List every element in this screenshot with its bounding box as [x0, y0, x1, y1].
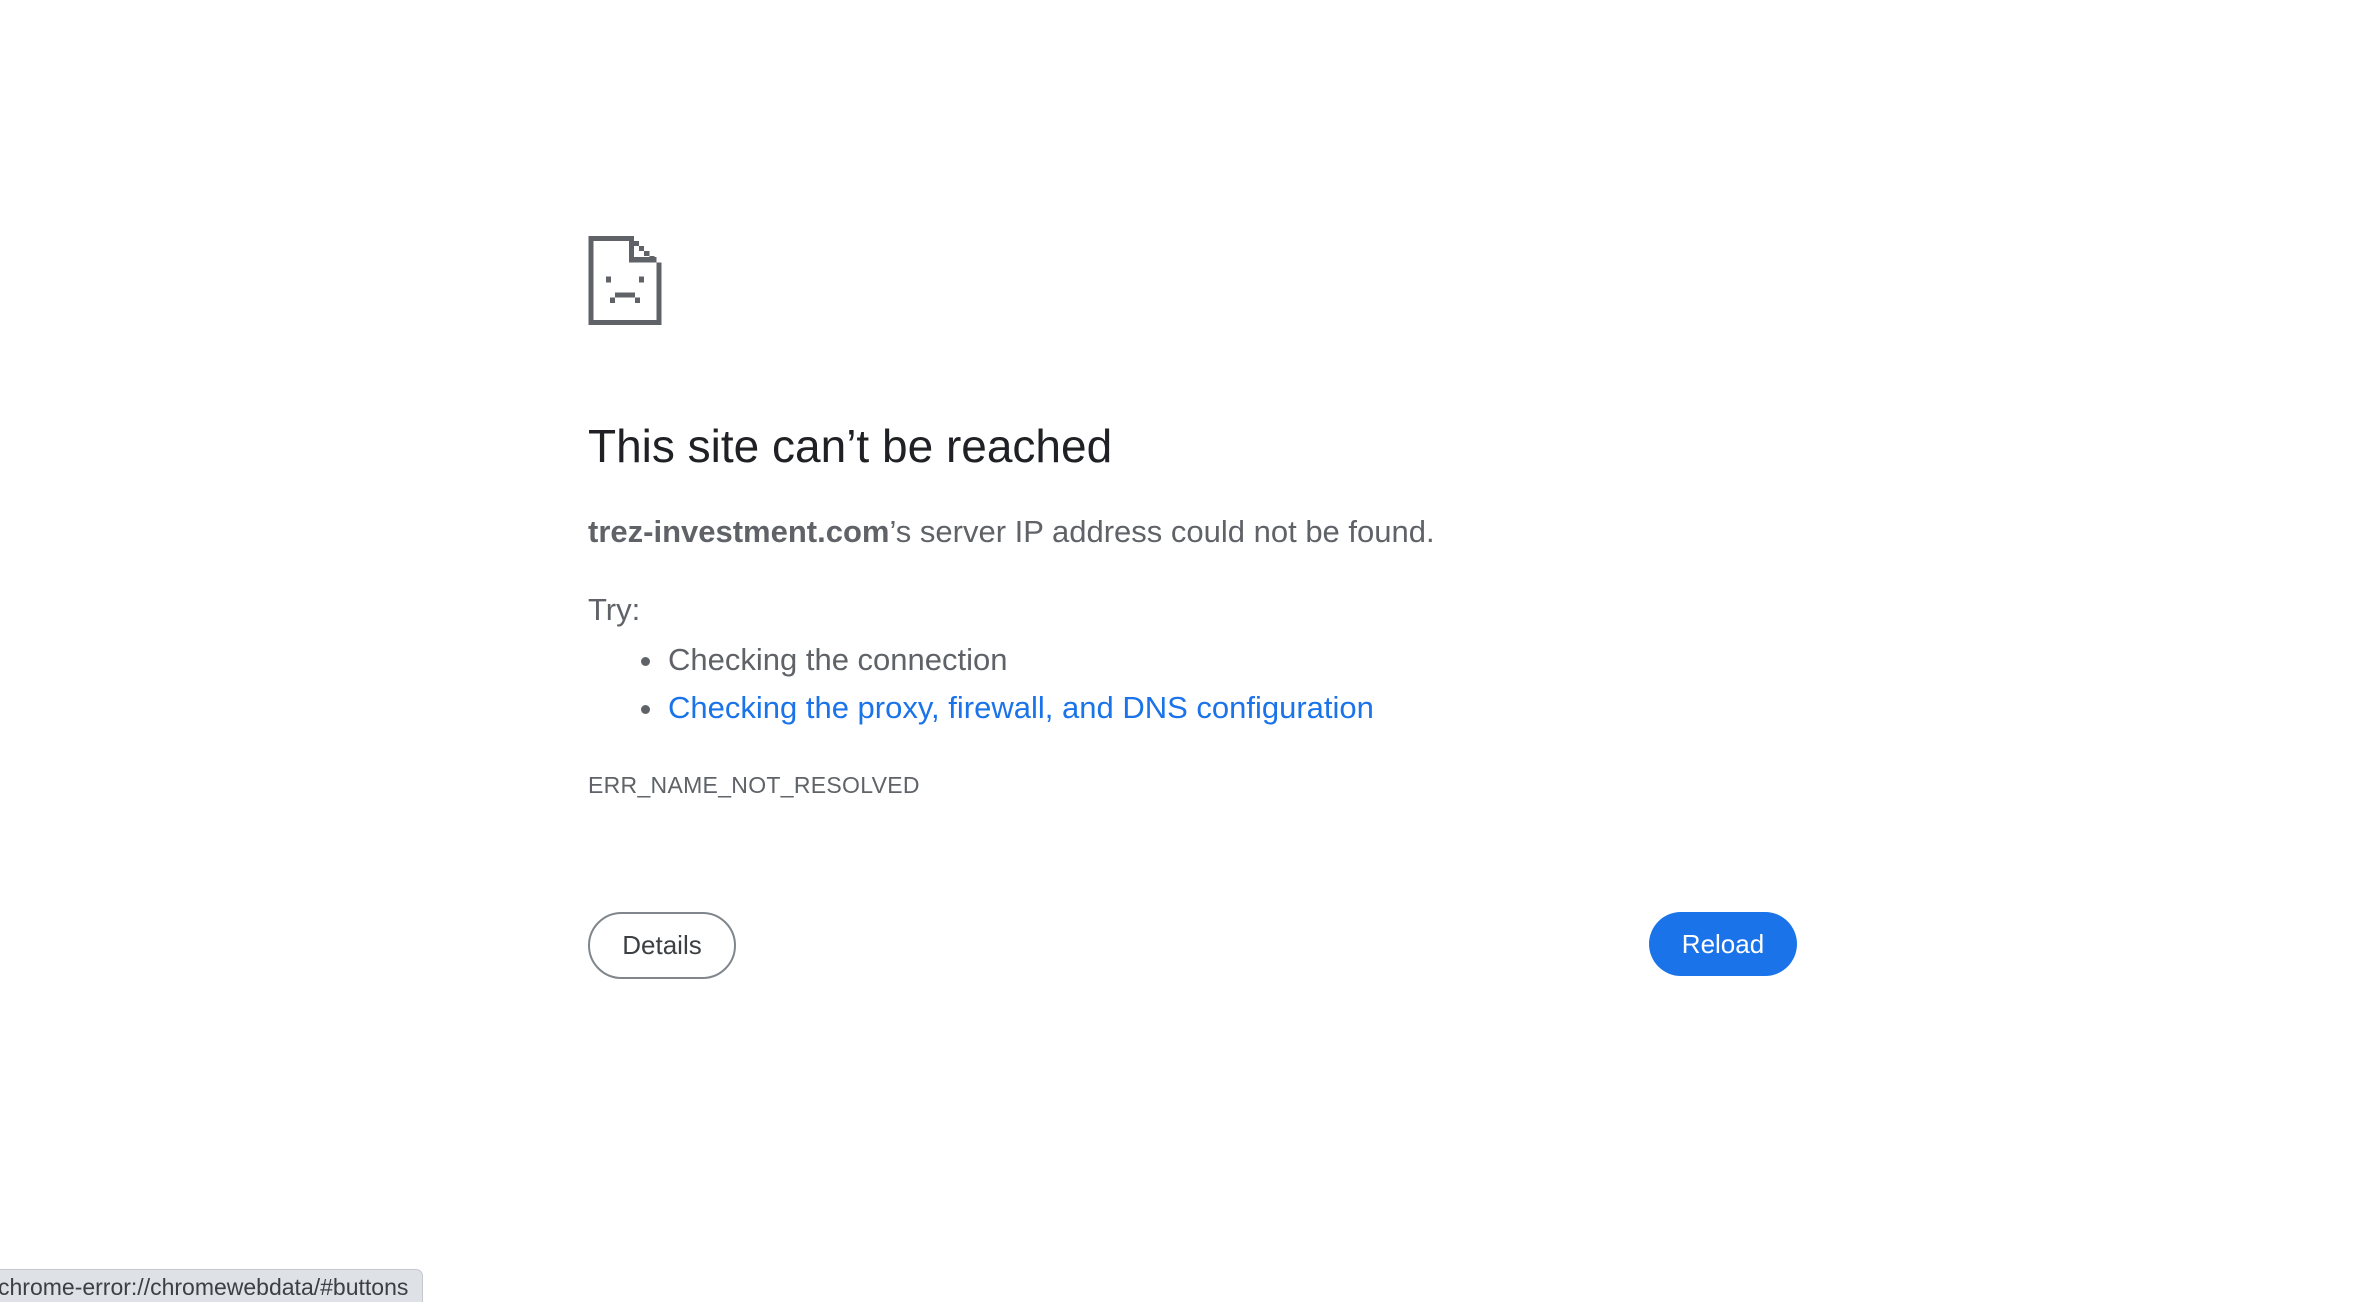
suggestion-check-proxy: Checking the proxy, firewall, and DNS co… — [588, 684, 1374, 732]
error-code: ERR_NAME_NOT_RESOLVED — [588, 772, 920, 798]
bullet-icon — [641, 705, 650, 714]
error-summary: trez-investment.com’s server IP address … — [588, 514, 1435, 550]
reload-button[interactable]: Reload — [1649, 912, 1797, 976]
host-name: trez-investment.com — [588, 514, 890, 549]
error-page-content: This site can’t be reached trez-investme… — [588, 236, 1797, 979]
proxy-firewall-dns-link[interactable]: Checking the proxy, firewall, and DNS co… — [668, 690, 1374, 725]
details-button[interactable]: Details — [588, 912, 736, 979]
page-title: This site can’t be reached — [588, 420, 1113, 472]
suggestion-check-connection: Checking the connection — [588, 636, 1374, 684]
sad-page-icon — [588, 236, 662, 325]
try-label: Try: — [588, 592, 641, 627]
suggestion-text: Checking the connection — [668, 642, 1008, 677]
suggestions-list: Checking the connection Checking the pro… — [588, 636, 1374, 732]
bullet-icon — [641, 657, 650, 666]
status-bar-url: chrome-error://chromewebdata/#buttons — [0, 1269, 424, 1302]
summary-text: ’s server IP address could not be found. — [889, 514, 1435, 549]
